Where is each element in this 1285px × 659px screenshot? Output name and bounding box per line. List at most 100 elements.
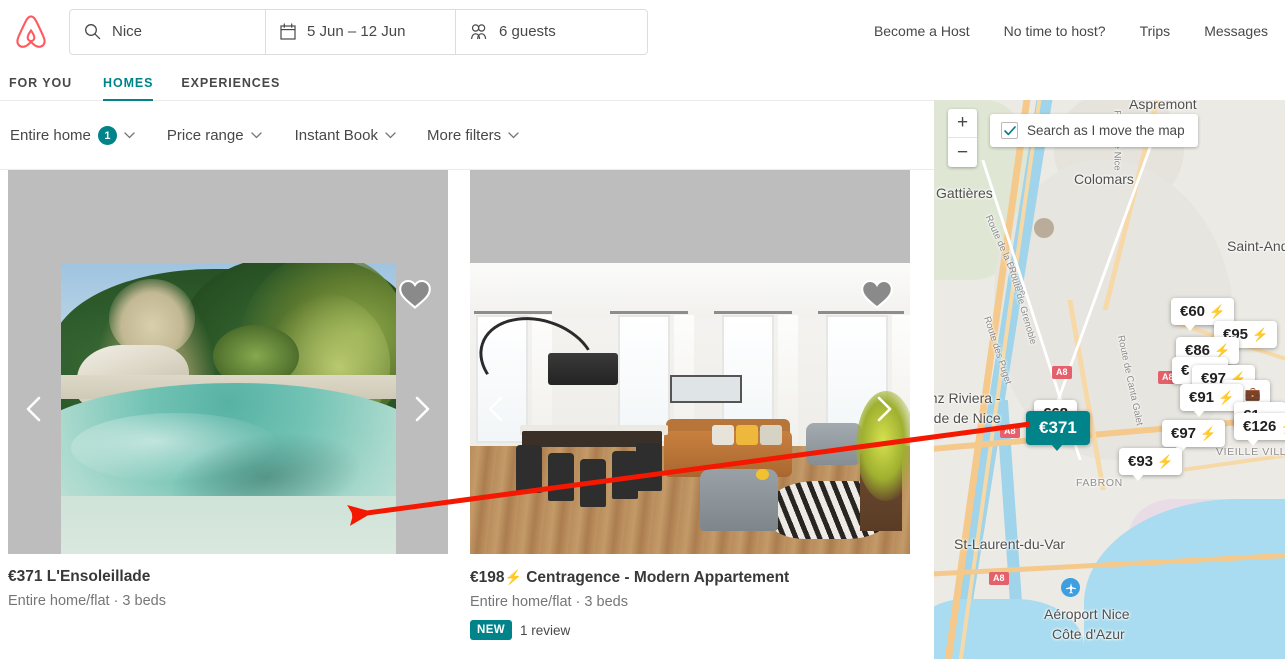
- filter-instant-book-label: Instant Book: [295, 127, 378, 144]
- airbnb-logo[interactable]: [14, 14, 48, 50]
- map-price-pin[interactable]: €93 ⚡: [1119, 448, 1182, 475]
- listing-meta: NEW 1 review: [470, 620, 910, 640]
- listing-card-lensoleillade[interactable]: €371 L'Ensoleillade Entire home/flat · 3…: [8, 263, 448, 611]
- map-price-pin-selected[interactable]: €371: [1026, 411, 1090, 445]
- bolt-icon: ⚡: [1252, 327, 1268, 342]
- listing-title: €371 L'Ensoleillade: [8, 567, 448, 587]
- listing-price: €198: [470, 569, 504, 586]
- listing-card-centragence[interactable]: €198⚡ Centragence - Modern Appartement E…: [470, 263, 910, 640]
- tab-experiences[interactable]: EXPERIENCES: [181, 76, 280, 100]
- search-results-list: €69 Jardin Spa vue mer ... 6 personnes E…: [0, 170, 934, 659]
- pillow: [760, 425, 782, 445]
- wall-art: [670, 375, 742, 403]
- window: [618, 315, 670, 443]
- briefcase-icon: 💼: [1245, 386, 1261, 401]
- results-row-bottom: €371 L'Ensoleillade Entire home/flat · 3…: [0, 263, 934, 659]
- map-label-stade-de-nice: tade de Nice: [934, 410, 1001, 426]
- listing-title: €198⚡ Centragence - Modern Appartement: [470, 567, 910, 588]
- curtain-rod: [818, 311, 904, 314]
- filter-more-filters[interactable]: More filters: [427, 127, 519, 144]
- listing-name: Centragence - Modern Appartement: [526, 569, 789, 586]
- bolt-icon: ⚡: [1200, 426, 1216, 441]
- search-dates-value: 5 Jun – 12 Jun: [307, 23, 405, 40]
- map-label-saint-andre: Saint-André: [1227, 238, 1285, 254]
- chevron-down-icon: [251, 132, 262, 139]
- listing-price: €371: [8, 568, 42, 585]
- bolt-icon: ⚡: [1209, 304, 1225, 319]
- nav-become-a-host[interactable]: Become a Host: [857, 0, 987, 63]
- search-bar[interactable]: Nice 5 Jun – 12 Jun 6 guests: [69, 9, 648, 55]
- tab-homes[interactable]: HOMES: [103, 76, 153, 100]
- search-as-i-move-control[interactable]: Search as I move the map: [990, 114, 1198, 147]
- search-dates-field[interactable]: 5 Jun – 12 Jun: [265, 10, 455, 54]
- filter-entire-home-count: 1: [98, 126, 117, 145]
- filter-price-range-label: Price range: [167, 127, 244, 144]
- search-guests-value: 6 guests: [499, 23, 556, 40]
- lemon-decor: [756, 469, 769, 480]
- filter-instant-book[interactable]: Instant Book: [295, 127, 396, 144]
- map-pin-price: €371: [1039, 418, 1077, 437]
- airbnb-search-page: Nice 5 Jun – 12 Jun 6 guests: [0, 0, 1285, 659]
- map-label-cote-dazur: Côte d'Azur: [1052, 626, 1125, 642]
- map-label-aspremont: Aspremont: [1129, 100, 1197, 112]
- map-label-aeroport-nice: Aéroport Nice: [1044, 606, 1130, 622]
- listing-photo-pool[interactable]: [8, 263, 448, 554]
- nav-trips[interactable]: Trips: [1123, 0, 1188, 63]
- check-icon: [1004, 126, 1016, 136]
- filter-entire-home-label: Entire home: [10, 127, 91, 144]
- heart-icon[interactable]: [860, 278, 894, 309]
- bolt-icon: ⚡: [1218, 390, 1234, 405]
- search-guests-field[interactable]: 6 guests: [455, 10, 647, 54]
- curtain-rod: [474, 311, 552, 314]
- tab-for-you[interactable]: FOR YOU: [9, 76, 72, 100]
- chevron-left-icon[interactable]: [482, 394, 512, 424]
- category-tabs: FOR YOU HOMES EXPERIENCES: [0, 63, 1285, 101]
- chevron-down-icon: [508, 132, 519, 139]
- map-shield-a8: A8: [1000, 425, 1020, 438]
- map-pin-price: €97: [1171, 425, 1196, 442]
- map-pin-price: €: [1181, 362, 1189, 379]
- lamp-shade: [548, 353, 618, 385]
- curtain-rod: [714, 311, 792, 314]
- filter-entire-home[interactable]: Entire home 1: [10, 126, 135, 145]
- map-zoom-out-button[interactable]: −: [948, 138, 977, 167]
- dining-chair: [516, 445, 542, 493]
- listing-photo-image: [61, 263, 396, 554]
- search-location-field[interactable]: Nice: [70, 10, 265, 54]
- nav-no-time-to-host[interactable]: No time to host?: [987, 0, 1123, 63]
- pool-shallow-end: [61, 496, 396, 554]
- dining-chair: [548, 453, 574, 501]
- top-navigation: Become a Host No time to host? Trips Mes…: [857, 0, 1285, 63]
- map-pin-price: €126: [1243, 418, 1276, 435]
- search-location-value: Nice: [112, 23, 142, 40]
- chevron-right-icon[interactable]: [406, 394, 436, 424]
- map-zoom-controls[interactable]: + −: [948, 109, 977, 167]
- listing-info: €371 L'Ensoleillade Entire home/flat · 3…: [8, 554, 448, 611]
- chevron-right-icon[interactable]: [868, 394, 898, 424]
- listing-photo-living-room[interactable]: [470, 263, 910, 554]
- guests-icon: [470, 23, 488, 40]
- heart-icon[interactable]: [398, 278, 432, 309]
- listing-photo-image: [470, 263, 910, 554]
- map-shield-a8: A8: [989, 572, 1009, 585]
- results-map[interactable]: + − Search as I move the map Aspremont C…: [934, 100, 1285, 659]
- filter-bar: Entire home 1 Price range Instant Book M…: [0, 102, 934, 170]
- listing-review-count: 1 review: [520, 623, 570, 638]
- chevron-down-icon: [385, 132, 396, 139]
- filter-price-range[interactable]: Price range: [167, 127, 262, 144]
- map-price-pin[interactable]: €97 ⚡: [1162, 420, 1225, 447]
- airport-marker-icon: [1061, 578, 1080, 597]
- map-zoom-in-button[interactable]: +: [948, 109, 977, 138]
- listing-info: €198⚡ Centragence - Modern Appartement E…: [470, 554, 910, 640]
- map-label-vieille-ville: VIEILLE VILL: [1216, 446, 1285, 458]
- map-pin-price: €93: [1128, 453, 1153, 470]
- dining-chair: [636, 443, 662, 491]
- filter-more-filters-label: More filters: [427, 127, 501, 144]
- map-poi-marker: [1034, 218, 1054, 238]
- map-price-pin[interactable]: €126 ⚡: [1234, 413, 1285, 440]
- bolt-icon: ⚡: [1214, 343, 1230, 358]
- search-as-i-move-checkbox[interactable]: [1001, 122, 1018, 139]
- dining-chair: [612, 451, 638, 499]
- chevron-left-icon[interactable]: [20, 394, 50, 424]
- nav-messages[interactable]: Messages: [1187, 0, 1285, 63]
